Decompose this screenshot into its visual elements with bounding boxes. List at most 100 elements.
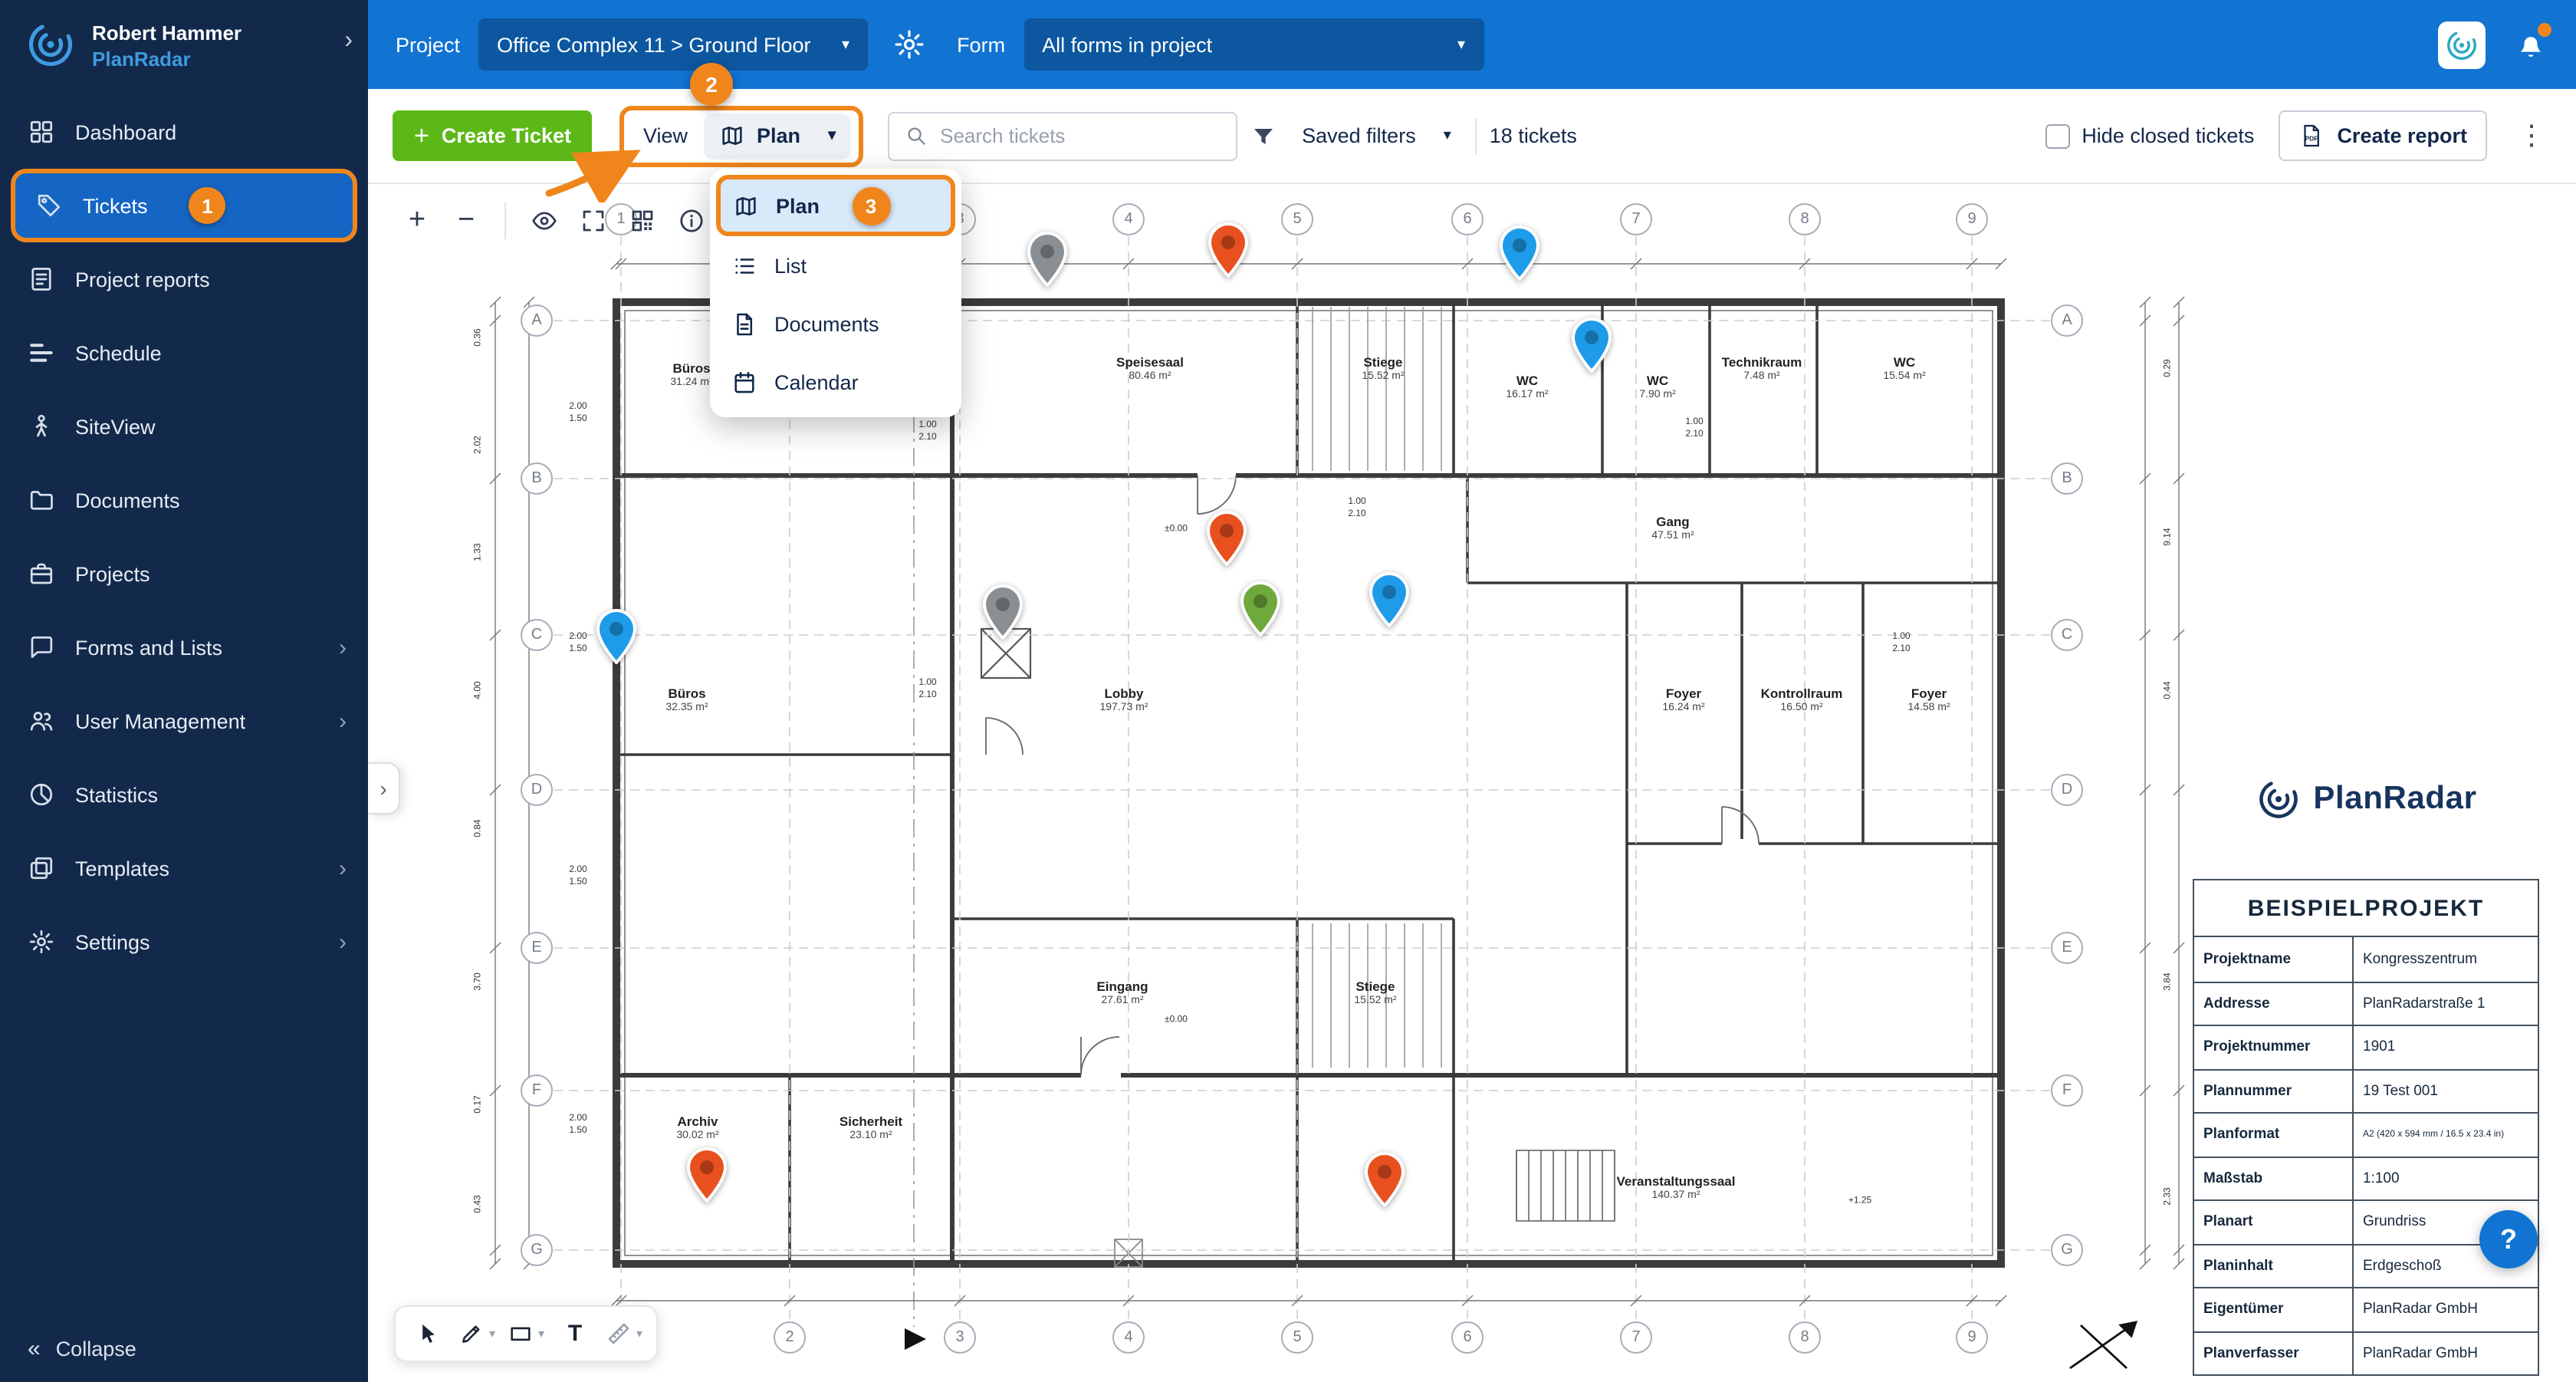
form-label: Form bbox=[957, 33, 1005, 56]
menu-item-label: Plan bbox=[776, 194, 820, 217]
hide-closed-checkbox[interactable] bbox=[2045, 123, 2069, 148]
titleblock-value: A2 (420 x 594 mm / 16.5 x 23.4 in) bbox=[2354, 1114, 2538, 1156]
dimension-label: +1.25 bbox=[1848, 1197, 1871, 1209]
info-icon bbox=[678, 207, 705, 235]
titleblock-key: Projektname bbox=[2194, 937, 2354, 981]
user-info: Robert Hammer PlanRadar bbox=[92, 18, 242, 71]
grid-row-label: E bbox=[521, 932, 553, 964]
help-button[interactable]: ? bbox=[2479, 1210, 2538, 1268]
titleblock-row: PlanformatA2 (420 x 594 mm / 16.5 x 23.4… bbox=[2194, 1112, 2538, 1156]
fullscreen-button[interactable] bbox=[570, 198, 616, 244]
grid-column-label: 4 bbox=[1112, 1321, 1145, 1354]
pen-tool-button[interactable]: ▾ bbox=[454, 1311, 500, 1357]
north-arrow bbox=[2070, 1322, 2136, 1368]
ticket-pin-orange[interactable] bbox=[1207, 511, 1247, 566]
sidebar-item-project-reports[interactable]: Project reports bbox=[0, 242, 368, 316]
page-icon bbox=[731, 311, 757, 337]
create-report-button[interactable]: PDF Create report bbox=[2279, 110, 2487, 161]
sidebar-item-statistics[interactable]: Statistics bbox=[0, 758, 368, 831]
sidebar-item-siteview[interactable]: SiteView bbox=[0, 390, 368, 463]
projects-icon bbox=[28, 560, 55, 587]
titleblock-value: PlanRadar GmbH bbox=[2354, 1288, 2538, 1331]
grid-column-label: 2 bbox=[774, 1321, 806, 1354]
tickets-icon bbox=[35, 192, 63, 219]
sidebar-item-documents[interactable]: Documents bbox=[0, 463, 368, 537]
visibility-button[interactable] bbox=[521, 198, 567, 244]
sidebar-item-tickets[interactable]: Tickets1 bbox=[11, 169, 357, 242]
menu-item-list[interactable]: List bbox=[716, 236, 955, 294]
sidebar-header-chevron-icon[interactable]: › bbox=[344, 28, 353, 55]
caret-down-icon: ▾ bbox=[489, 1327, 495, 1341]
forms-icon bbox=[28, 633, 55, 661]
hide-closed-tickets-control[interactable]: Hide closed tickets bbox=[2045, 123, 2254, 148]
funnel-icon bbox=[1251, 123, 1276, 148]
more-options-kebab-icon[interactable]: ⋮ bbox=[2512, 120, 2551, 152]
ticket-pin-blue[interactable] bbox=[1572, 318, 1612, 373]
reports-icon bbox=[28, 265, 55, 293]
planradar-app-icon bbox=[2444, 27, 2479, 62]
toolbar-right: Hide closed tickets PDF Create report ⋮ bbox=[2045, 110, 2551, 161]
measure-tool-button[interactable]: ▾ bbox=[601, 1311, 647, 1357]
pdf-file-icon: PDF bbox=[2298, 123, 2325, 149]
grid-column-label: 5 bbox=[1281, 203, 1313, 235]
project-settings-gear-icon[interactable] bbox=[892, 28, 926, 61]
qr-scan-button[interactable] bbox=[619, 198, 665, 244]
sidebar-item-forms-and-lists[interactable]: Forms and Lists› bbox=[0, 610, 368, 684]
chevron-right-icon: › bbox=[380, 776, 386, 801]
sidebar-item-settings[interactable]: Settings› bbox=[0, 905, 368, 979]
floor-plan[interactable]: 112233445566778899AABBCCDDEEFFGGBüros31.… bbox=[406, 184, 2193, 1380]
calendar-icon bbox=[731, 369, 757, 395]
ticket-pin-gray[interactable] bbox=[1027, 232, 1067, 287]
sidebar-item-dashboard[interactable]: Dashboard bbox=[0, 95, 368, 169]
dimension-label: 1.00 2.10 bbox=[1348, 498, 1365, 521]
chevron-right-icon: › bbox=[339, 855, 347, 881]
ticket-pin-gray[interactable] bbox=[983, 584, 1023, 640]
sidebar-collapse-button[interactable]: « Collapse bbox=[0, 1315, 368, 1382]
titleblock-row: ProjektnameKongresszentrum bbox=[2194, 937, 2538, 981]
zoom-out-button[interactable]: − bbox=[443, 198, 489, 244]
menu-item-documents[interactable]: Documents bbox=[716, 294, 955, 353]
panel-expand-tab[interactable]: › bbox=[368, 762, 400, 814]
chevron-right-icon: › bbox=[339, 634, 347, 660]
sidebar-item-projects[interactable]: Projects bbox=[0, 537, 368, 610]
planradar-app-button[interactable] bbox=[2438, 21, 2486, 68]
sidebar-item-schedule[interactable]: Schedule bbox=[0, 316, 368, 390]
menu-item-label: Calendar bbox=[774, 370, 859, 393]
sidebar-item-label: Projects bbox=[75, 562, 150, 585]
dimension-label: 0.36 bbox=[475, 328, 486, 346]
select-tool-button[interactable] bbox=[405, 1311, 451, 1357]
ticket-pin-blue[interactable] bbox=[1500, 225, 1539, 281]
titleblock-key: Maßstab bbox=[2194, 1157, 2354, 1199]
drawing-toolbar: ▾ ▾ T ▾ bbox=[394, 1305, 658, 1362]
sidebar-item-label: Project reports bbox=[75, 268, 210, 291]
ticket-pin-orange[interactable] bbox=[687, 1147, 727, 1203]
ticket-pin-green[interactable] bbox=[1240, 581, 1280, 637]
saved-filters-dropdown[interactable]: Saved filters ▾ bbox=[1290, 124, 1464, 147]
ticket-pin-orange[interactable] bbox=[1365, 1152, 1405, 1207]
ticket-pin-orange[interactable] bbox=[1208, 222, 1248, 278]
filter-button[interactable] bbox=[1237, 110, 1290, 162]
view-mode-dropdown[interactable]: Plan ▾ bbox=[703, 113, 851, 159]
sidebar-item-templates[interactable]: Templates› bbox=[0, 831, 368, 905]
ticket-pin-blue[interactable] bbox=[1369, 572, 1409, 627]
sidebar-item-user-management[interactable]: User Management› bbox=[0, 684, 368, 758]
annotation-step-2: 2 bbox=[690, 63, 733, 106]
dimension-label: 0.44 bbox=[2164, 681, 2176, 699]
notifications-button[interactable] bbox=[2513, 27, 2548, 62]
menu-item-plan[interactable]: Plan3 bbox=[716, 175, 955, 236]
plan-info-button[interactable] bbox=[669, 198, 715, 244]
menu-item-calendar[interactable]: Calendar bbox=[716, 353, 955, 411]
sidebar-item-label: Schedule bbox=[75, 341, 162, 364]
project-select[interactable]: Office Complex 11 > Ground Floor ▾ bbox=[478, 18, 868, 71]
dimension-label: 9.14 bbox=[2164, 528, 2176, 545]
ticket-pin-blue[interactable] bbox=[596, 609, 636, 664]
search-tickets-input[interactable] bbox=[940, 124, 1221, 147]
text-tool-button[interactable]: T bbox=[552, 1311, 598, 1357]
grid-row-label: G bbox=[2051, 1234, 2083, 1266]
form-select[interactable]: All forms in project ▾ bbox=[1024, 18, 1484, 71]
dimension-label: 2.00 1.50 bbox=[569, 866, 586, 889]
menu-item-label: List bbox=[774, 254, 807, 277]
divider bbox=[1476, 117, 1477, 154]
shape-tool-button[interactable]: ▾ bbox=[503, 1311, 549, 1357]
zoom-in-button[interactable]: + bbox=[394, 198, 440, 244]
